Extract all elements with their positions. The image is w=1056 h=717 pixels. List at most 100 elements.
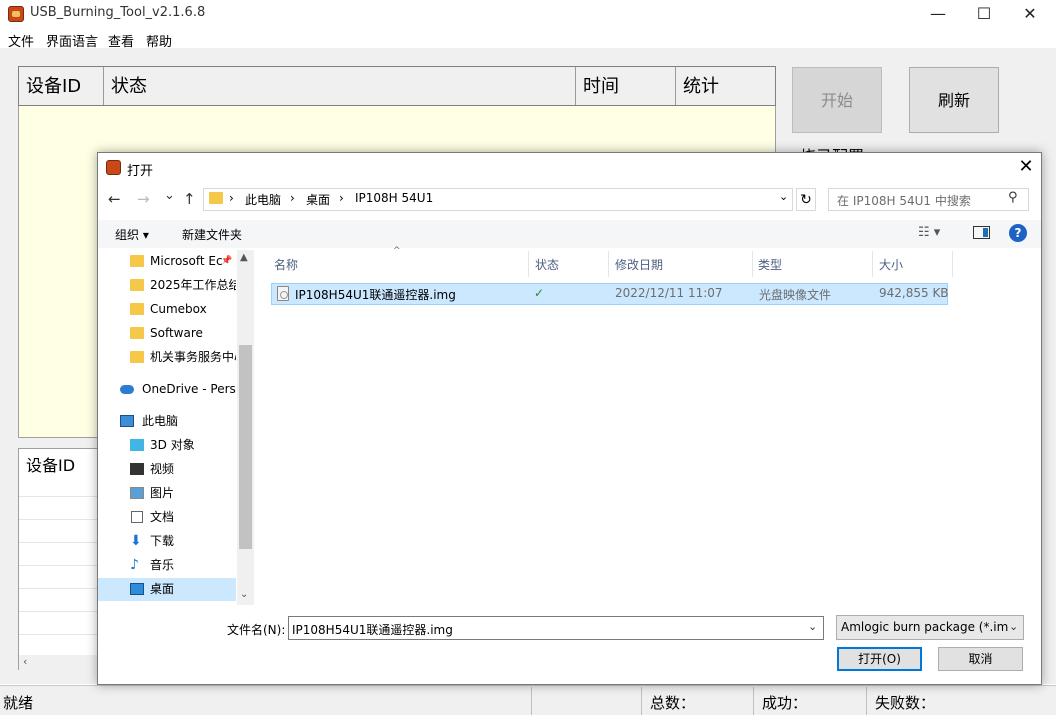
nav-item-documents[interactable]: 文档 — [98, 506, 236, 528]
status-divider — [641, 687, 642, 715]
table-row — [19, 634, 107, 635]
column-size[interactable]: 大小 — [879, 256, 903, 273]
nav-item-onedrive[interactable]: OneDrive - Perso — [98, 378, 236, 400]
column-stats[interactable]: 统计 — [676, 67, 775, 105]
scroll-left-icon[interactable]: ‹ — [23, 655, 27, 668]
address-dropdown-icon[interactable]: ⌄ — [779, 190, 788, 203]
device-log-table[interactable] — [18, 448, 108, 670]
nav-item-cumebox[interactable]: Cumebox — [98, 298, 236, 320]
folder-icon — [130, 303, 144, 315]
scroll-down-icon[interactable]: ⌄ — [240, 589, 248, 600]
nav-item-2025-summary[interactable]: 2025年工作总结 — [98, 274, 236, 296]
table-row — [19, 496, 107, 497]
status-divider — [866, 687, 867, 715]
picture-icon — [130, 487, 144, 499]
music-icon: ♪ — [130, 557, 139, 573]
breadcrumb-this-pc[interactable]: 此电脑 — [245, 191, 281, 208]
nav-item-desktop[interactable]: 桌面 — [98, 578, 236, 600]
folder-icon — [130, 255, 144, 267]
cloud-icon — [120, 385, 134, 394]
column-divider[interactable] — [528, 251, 529, 277]
nav-item-pictures[interactable]: 图片 — [98, 482, 236, 504]
filetype-value[interactable]: Amlogic burn package (*.img) — [841, 620, 1009, 634]
folder-icon — [130, 351, 144, 363]
file-size: 942,855 KB — [879, 286, 949, 300]
file-modified: 2022/12/11 11:07 — [615, 286, 723, 300]
column-status[interactable]: 状态 — [104, 67, 576, 105]
column-file-status[interactable]: 状态 — [535, 256, 559, 273]
nav-item-this-pc[interactable]: 此电脑 — [98, 410, 236, 432]
table-row — [19, 588, 107, 589]
desktop-icon — [130, 583, 144, 595]
nav-item-videos[interactable]: 视频 — [98, 458, 236, 480]
computer-icon — [120, 415, 134, 427]
column-type[interactable]: 类型 — [758, 256, 782, 273]
filetype-dropdown-icon[interactable]: ⌄ — [1009, 620, 1018, 633]
cube-icon — [130, 439, 144, 451]
dialog-app-icon — [106, 160, 121, 175]
dialog-title: 打开 — [127, 164, 154, 179]
filename-value[interactable]: IP108H54U1联通遥控器.img — [292, 621, 453, 638]
status-success: 成功： — [762, 694, 808, 712]
organize-button[interactable]: 组织 ▾ — [115, 226, 149, 243]
breadcrumb-desktop[interactable]: 桌面 — [306, 191, 330, 208]
nav-scroll-thumb[interactable] — [239, 345, 252, 549]
new-folder-button[interactable]: 新建文件夹 — [182, 226, 242, 243]
nav-item-software[interactable]: Software — [98, 322, 236, 344]
scroll-up-icon[interactable]: ▲ — [240, 252, 248, 263]
filename-label: 文件名(N): — [227, 623, 286, 637]
column-time[interactable]: 时间 — [576, 67, 676, 105]
dialog-close-button[interactable]: ✕ — [1012, 156, 1040, 178]
close-button[interactable]: ✕ — [1007, 0, 1053, 28]
refresh-button[interactable]: 刷新 — [909, 67, 999, 133]
minimize-button[interactable]: — — [915, 0, 961, 28]
forward-icon[interactable]: → — [137, 190, 150, 208]
disc-image-file-icon — [277, 286, 289, 301]
nav-item-downloads[interactable]: ⬇ 下载 — [98, 530, 236, 552]
horizontal-scrollbar[interactable]: ‹ — [19, 655, 107, 670]
search-icon[interactable]: ⚲ — [1008, 190, 1018, 205]
column-device-id[interactable]: 设备ID — [19, 67, 104, 105]
app-icon — [8, 6, 24, 22]
view-options-icon[interactable]: ☷ ▾ — [918, 225, 940, 240]
refresh-icon[interactable]: ↻ — [796, 188, 816, 211]
status-ready: 就绪 — [3, 694, 34, 712]
folder-icon — [130, 327, 144, 339]
nav-item-microsoft-edge[interactable]: Microsoft Ec 📌 — [98, 250, 236, 272]
column-name[interactable]: 名称 — [274, 256, 298, 273]
nav-item-music[interactable]: ♪ 音乐 — [98, 554, 236, 576]
table-row — [19, 565, 107, 566]
folder-icon — [209, 192, 223, 204]
preview-pane-icon[interactable] — [973, 226, 990, 239]
breadcrumb-current-folder[interactable]: IP108H 54U1 — [355, 191, 433, 205]
help-icon[interactable]: ? — [1009, 224, 1027, 242]
column-divider[interactable] — [608, 251, 609, 277]
start-button[interactable]: 开始 — [792, 67, 882, 133]
document-icon — [131, 511, 143, 523]
nav-item-3d-objects[interactable]: 3D 对象 — [98, 434, 236, 456]
table-row — [19, 542, 107, 543]
status-divider — [753, 687, 754, 715]
filename-dropdown-icon[interactable]: ⌄ — [808, 620, 817, 633]
maximize-button[interactable]: ☐ — [961, 0, 1007, 28]
video-icon — [130, 463, 144, 475]
pin-icon: 📌 — [221, 256, 233, 266]
open-button[interactable]: 打开(O) — [837, 647, 922, 671]
column-modified[interactable]: 修改日期 — [615, 256, 663, 273]
column-divider[interactable] — [752, 251, 753, 277]
nav-item-service-center[interactable]: 机关事务服务中心 — [98, 346, 236, 368]
log-column-device-id: 设备ID — [26, 456, 76, 475]
status-failed: 失败数： — [875, 694, 936, 712]
file-name[interactable]: IP108H54U1联通遥控器.img — [295, 286, 456, 303]
breadcrumb-separator: › — [339, 191, 344, 205]
up-folder-icon[interactable]: ↑ — [183, 190, 196, 208]
recent-locations-icon[interactable]: ⌄ — [164, 188, 175, 203]
app-title: USB_Burning_Tool_v2.1.6.8 — [30, 5, 206, 20]
sync-status-icon: ✓ — [534, 286, 545, 300]
table-row — [19, 519, 107, 520]
cancel-button[interactable]: 取消 — [938, 647, 1023, 671]
column-divider[interactable] — [952, 251, 953, 277]
column-divider[interactable] — [872, 251, 873, 277]
search-placeholder: 在 IP108H 54U1 中搜索 — [837, 194, 971, 208]
back-icon[interactable]: ← — [108, 190, 121, 208]
